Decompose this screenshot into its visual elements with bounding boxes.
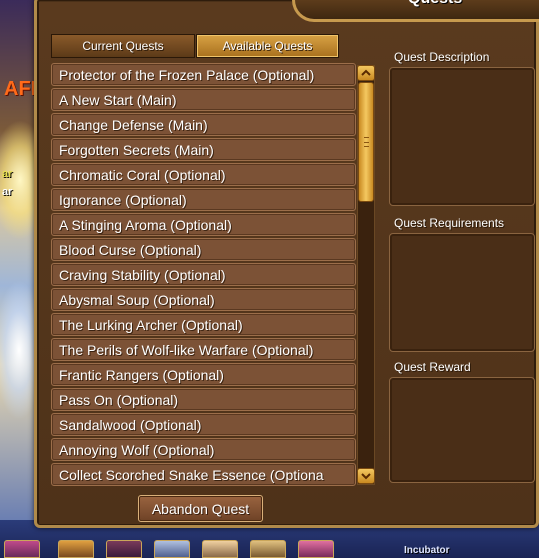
quest-list-item[interactable]: Collect Scorched Snake Essence (Optiona xyxy=(51,463,356,486)
quest-list-item[interactable]: Sandalwood (Optional) xyxy=(51,413,356,436)
quest-list-item[interactable]: Pass On (Optional) xyxy=(51,388,356,411)
quest-list-item[interactable]: The Lurking Archer (Optional) xyxy=(51,313,356,336)
quest-list: Protector of the Frozen Palace (Optional… xyxy=(51,63,356,487)
incubator-label[interactable]: Incubator xyxy=(404,545,450,556)
scroll-up-button[interactable] xyxy=(357,65,375,81)
quest-list-item[interactable]: Frantic Rangers (Optional) xyxy=(51,363,356,386)
quest-list-item[interactable]: Annoying Wolf (Optional) xyxy=(51,438,356,461)
chevron-down-icon xyxy=(361,473,371,480)
quest-list-item[interactable]: Ignorance (Optional) xyxy=(51,188,356,211)
chevron-up-icon xyxy=(361,69,371,76)
quest-list-item[interactable]: Craving Stability (Optional) xyxy=(51,263,356,286)
quest-reward-label: Quest Reward xyxy=(394,360,471,374)
pet-portrait[interactable] xyxy=(298,540,334,558)
pet-portrait[interactable] xyxy=(4,540,40,558)
quest-description-label: Quest Description xyxy=(394,50,490,64)
quest-list-item[interactable]: A New Start (Main) xyxy=(51,88,356,111)
quest-list-item[interactable]: Blood Curse (Optional) xyxy=(51,238,356,261)
quest-list-item[interactable]: Protector of the Frozen Palace (Optional… xyxy=(51,63,356,86)
quest-list-item[interactable]: Change Defense (Main) xyxy=(51,113,356,136)
quest-requirements-label: Quest Requirements xyxy=(394,216,505,230)
pet-portrait[interactable] xyxy=(58,540,94,558)
pet-portrait[interactable] xyxy=(250,540,286,558)
pet-portrait[interactable] xyxy=(202,540,238,558)
pet-portrait[interactable] xyxy=(106,540,142,558)
pet-portrait[interactable] xyxy=(154,540,190,558)
quest-list-item[interactable]: Chromatic Coral (Optional) xyxy=(51,163,356,186)
quest-list-item[interactable]: The Perils of Wolf-like Warfare (Optiona… xyxy=(51,338,356,361)
player-name-tag: ar xyxy=(2,186,13,198)
quest-requirements-box xyxy=(389,233,535,352)
scroll-thumb[interactable] xyxy=(358,82,374,202)
tab-available-quests[interactable]: Available Quests xyxy=(196,34,339,58)
scroll-down-button[interactable] xyxy=(357,468,375,484)
grip-icon xyxy=(364,137,369,147)
tab-current-quests[interactable]: Current Quests xyxy=(51,34,195,58)
quest-list-item[interactable]: A Stinging Aroma (Optional) xyxy=(51,213,356,236)
quest-list-item[interactable]: Abysmal Soup (Optional) xyxy=(51,288,356,311)
player-name-tag: ar xyxy=(2,168,13,180)
quest-description-box xyxy=(389,67,535,206)
quest-list-item[interactable]: Forgotten Secrets (Main) xyxy=(51,138,356,161)
quest-reward-box xyxy=(389,377,535,483)
window-title: Quests xyxy=(408,0,462,8)
abandon-quest-button[interactable]: Abandon Quest xyxy=(138,495,263,522)
